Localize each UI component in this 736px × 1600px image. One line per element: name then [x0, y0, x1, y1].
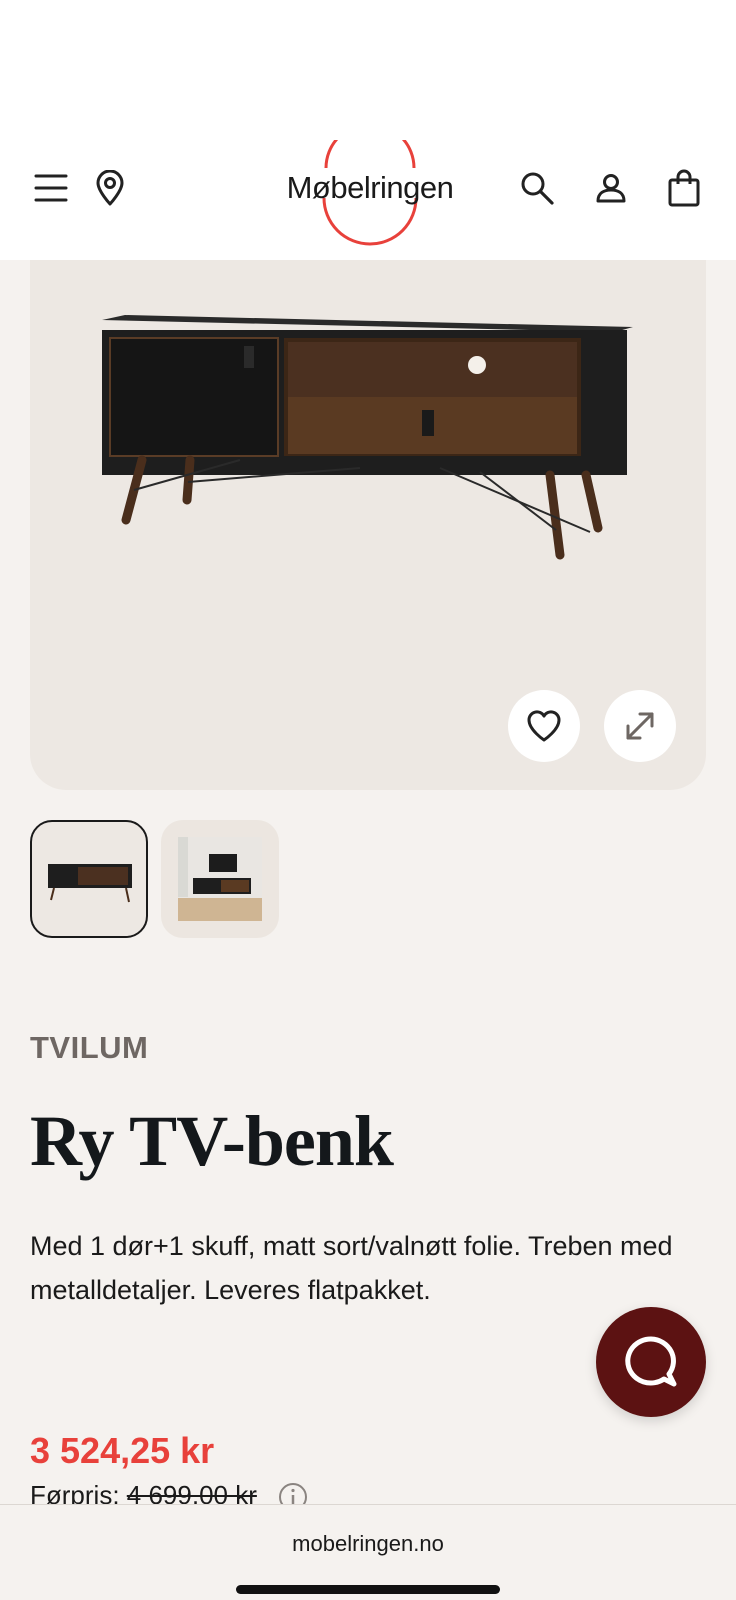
product-brand[interactable]: TVILUM	[30, 1030, 148, 1066]
chat-button[interactable]	[596, 1307, 706, 1417]
location-pin-icon[interactable]	[86, 164, 134, 212]
thumbnail-2[interactable]	[161, 820, 279, 938]
logo-text: Møbelringen	[286, 170, 454, 205]
product-image	[102, 315, 633, 560]
heart-icon	[527, 710, 561, 742]
user-icon[interactable]	[587, 164, 635, 212]
thumbnail-image-tv-bench	[48, 864, 132, 903]
product-description: Med 1 dør+1 skuff, matt sort/valnøtt fol…	[30, 1231, 673, 1305]
favorite-button[interactable]	[508, 690, 580, 762]
search-icon[interactable]	[513, 164, 561, 212]
mobelringen-logo[interactable]: Møbelringen	[270, 140, 470, 260]
thumbnail-1[interactable]	[30, 820, 148, 938]
site-header: Møbelringen	[0, 140, 736, 260]
shopping-bag-icon[interactable]	[660, 164, 708, 212]
product-price: 3 524,25 kr	[30, 1430, 215, 1471]
status-bar-area	[0, 0, 736, 140]
product-title: Ry TV-benk	[30, 1101, 394, 1181]
expand-image-button[interactable]	[604, 690, 676, 762]
thumbnail-image-room-scene	[178, 837, 262, 921]
url-text[interactable]: mobelringen.no	[0, 1531, 736, 1557]
expand-icon	[626, 712, 654, 740]
product-image-gallery[interactable]	[30, 260, 706, 790]
home-indicator[interactable]	[236, 1585, 500, 1594]
chat-icon	[625, 1336, 677, 1387]
menu-icon[interactable]	[27, 164, 75, 212]
browser-address-bar[interactable]: mobelringen.no	[0, 1504, 736, 1600]
